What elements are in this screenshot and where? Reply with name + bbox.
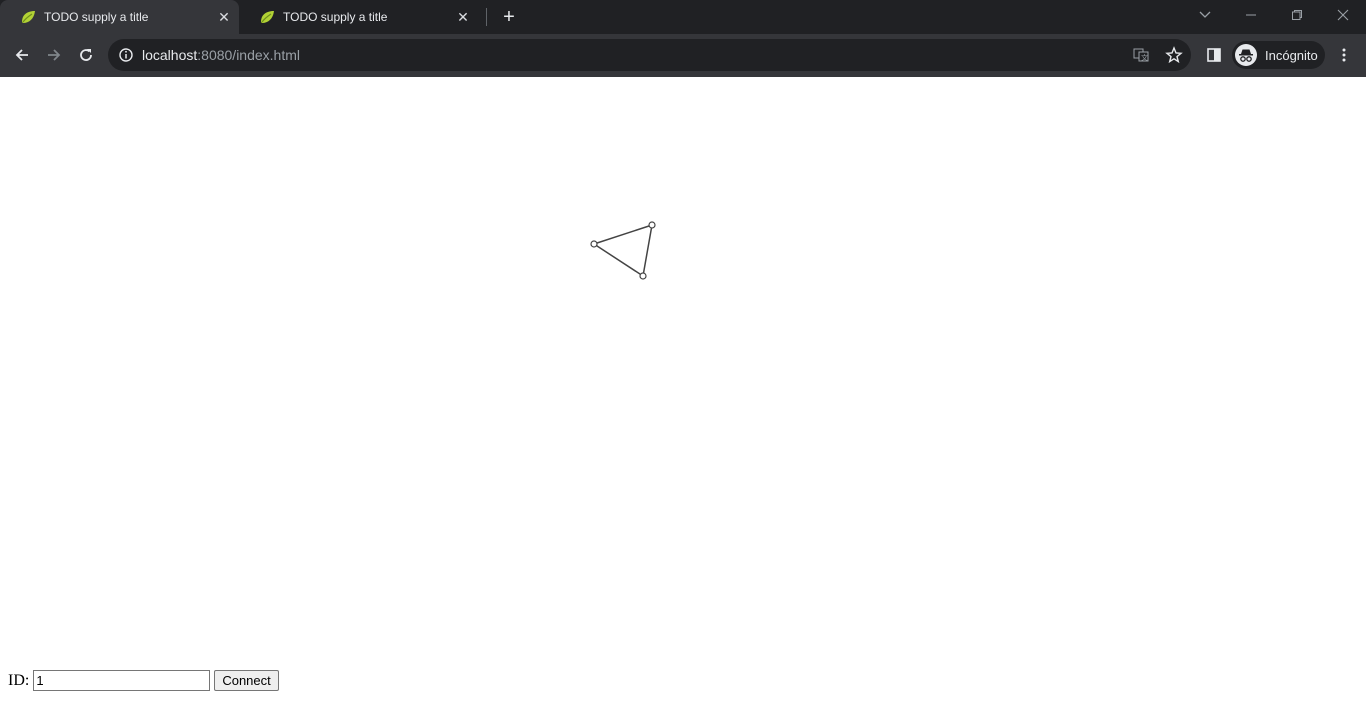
connect-button[interactable]: Connect (214, 670, 279, 691)
back-button[interactable] (8, 41, 36, 69)
tab-title: TODO supply a title (44, 10, 149, 24)
menu-button[interactable] (1330, 41, 1358, 69)
restore-button[interactable] (1274, 0, 1320, 30)
vertex-handle[interactable] (590, 240, 598, 248)
minimize-icon (1246, 14, 1256, 16)
tab-separator (486, 8, 487, 26)
star-icon[interactable] (1165, 46, 1183, 64)
browser-toolbar: localhost:8080/index.html 文 Incógnito (0, 34, 1366, 77)
new-tab-button[interactable]: + (498, 6, 520, 28)
profile-label: Incógnito (1265, 47, 1318, 63)
side-panel-icon (1207, 48, 1221, 62)
more-vert-icon (1342, 48, 1346, 62)
incognito-profile-button[interactable]: Incógnito (1232, 41, 1325, 69)
chevron-down-icon (1199, 11, 1211, 18)
close-icon (1337, 9, 1349, 21)
spring-leaf-icon (259, 9, 275, 25)
arrow-right-icon (48, 49, 61, 61)
close-window-button[interactable] (1320, 0, 1366, 30)
address-bar[interactable]: localhost:8080/index.html 文 (108, 39, 1191, 71)
url-path: :8080/index.html (197, 47, 300, 63)
url-text: localhost:8080/index.html (142, 47, 300, 63)
arrow-left-icon (15, 49, 28, 61)
info-icon[interactable] (118, 47, 134, 63)
connect-form: ID: Connect (8, 670, 279, 691)
close-icon[interactable]: ✕ (454, 8, 472, 26)
side-panel-button[interactable] (1200, 41, 1228, 69)
triangle-shape (592, 223, 653, 278)
reload-button[interactable] (72, 41, 100, 69)
triangle-drawing (590, 221, 656, 280)
tab-search-button[interactable] (1182, 0, 1228, 30)
translate-icon[interactable]: 文 (1132, 46, 1150, 64)
tab-strip: TODO supply a title ✕ TODO supply a titl… (0, 0, 1366, 34)
id-input[interactable] (33, 670, 211, 691)
url-host: localhost (142, 47, 198, 63)
id-label: ID: (8, 671, 30, 689)
forward-button[interactable] (40, 41, 68, 69)
vertex-handle[interactable] (639, 272, 647, 280)
spring-leaf-icon (20, 9, 36, 25)
incognito-icon (1235, 44, 1257, 66)
tab-title: TODO supply a title (283, 10, 388, 24)
svg-text:文: 文 (1141, 53, 1148, 62)
vertex-handle[interactable] (648, 221, 656, 229)
reload-icon (80, 49, 92, 61)
tab-2[interactable]: TODO supply a title ✕ (239, 0, 478, 34)
minimize-button[interactable] (1228, 0, 1274, 30)
tab-1[interactable]: TODO supply a title ✕ (0, 0, 239, 34)
close-icon[interactable]: ✕ (215, 8, 233, 26)
restore-icon (1292, 10, 1302, 20)
page-viewport: ID: Connect (0, 77, 1366, 718)
